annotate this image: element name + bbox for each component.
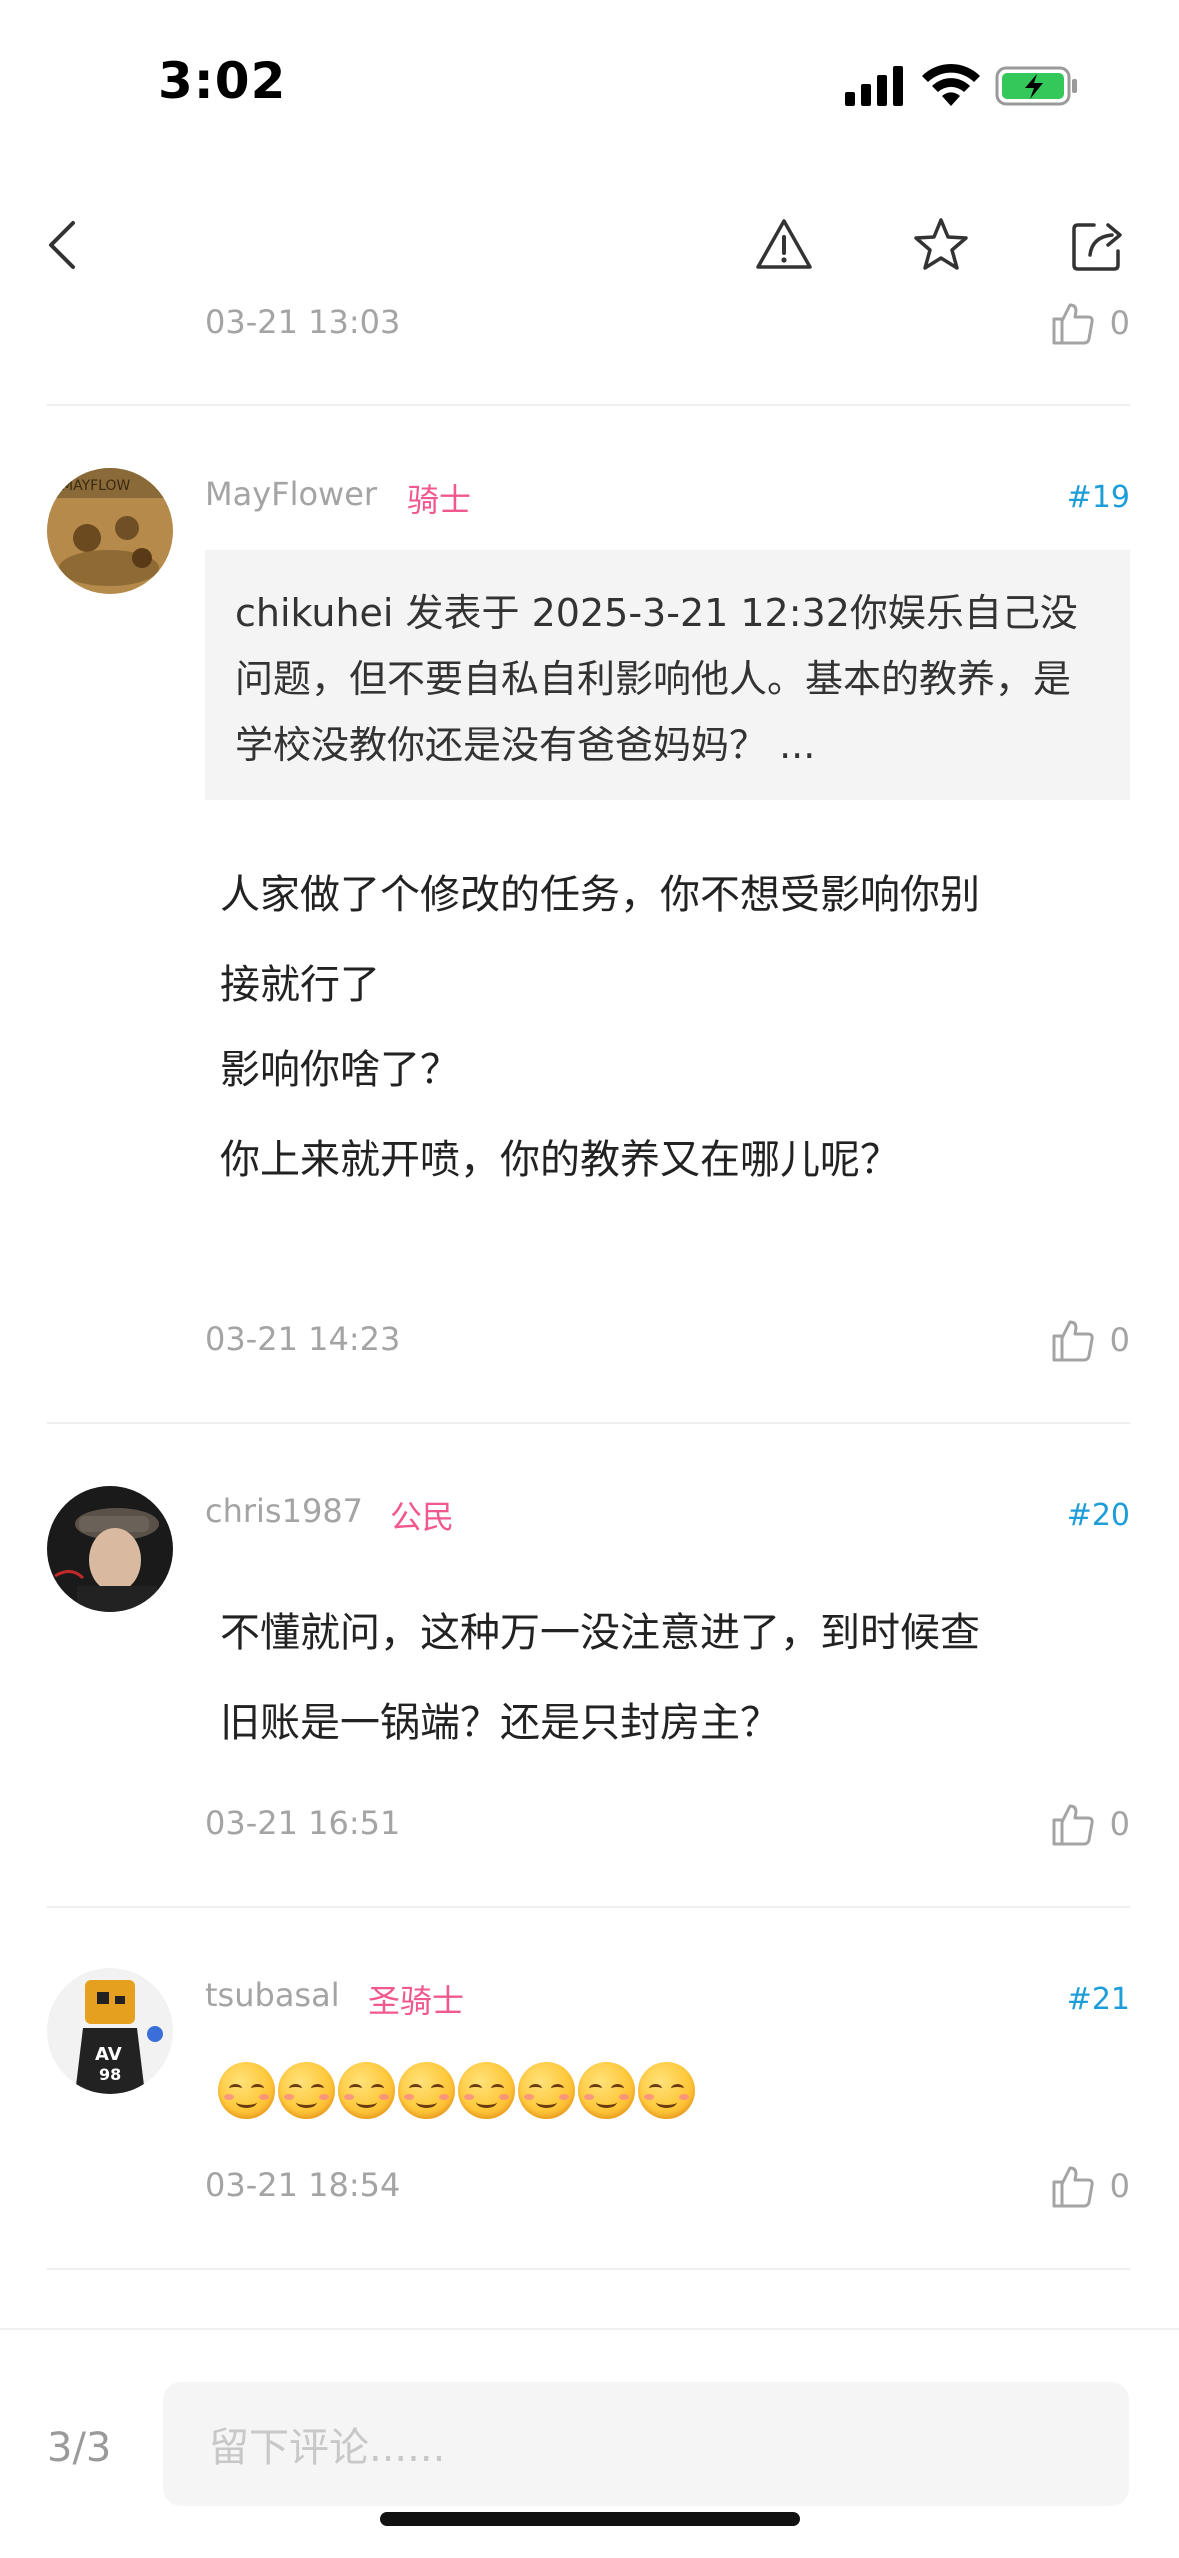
comment-line: 接就行了 <box>220 962 380 1008</box>
comment-date: 03-21 14:23 <box>205 1320 401 1358</box>
username[interactable]: chris1987 <box>205 1492 363 1530</box>
divider <box>47 1422 1130 1424</box>
comment-meta: 03-21 16:51 0 <box>205 1804 1130 1854</box>
divider <box>47 2268 1130 2270</box>
thumbs-up-icon <box>1052 303 1094 345</box>
wifi-icon <box>922 63 980 106</box>
comment-meta: 03-21 14:23 0 <box>205 1320 1130 1370</box>
like-button[interactable]: 0 <box>1048 1316 1130 1364</box>
comment-date: 03-21 18:54 <box>205 2166 401 2204</box>
comment-body <box>218 2062 695 2119</box>
comment-line: 影响你啥了？ <box>220 1047 460 1093</box>
relieved-face-emoji <box>278 2062 335 2119</box>
nav-bar <box>0 190 1179 300</box>
comment-line: 不懂就问，这种万一没注意进了，到时候查 <box>220 1610 980 1656</box>
relieved-face-emoji <box>218 2062 275 2119</box>
svg-text:98: 98 <box>99 2065 121 2084</box>
relieved-face-emoji <box>458 2062 515 2119</box>
comment-date: 03-21 13:03 <box>205 303 401 341</box>
floor-number: #21 <box>1066 1982 1130 2017</box>
avatar[interactable] <box>47 1486 173 1612</box>
comment-date: 03-21 16:51 <box>205 1804 401 1842</box>
status-time: 3:02 <box>158 52 287 110</box>
like-count: 0 <box>1109 304 1130 342</box>
like-count: 0 <box>1109 1321 1130 1359</box>
quoted-reply[interactable]: chikuhei 发表于 2025-3-21 12:32你娱乐自己没问题，但不要… <box>205 550 1130 800</box>
user-rank-badge: 骑士 <box>407 481 472 519</box>
home-indicator[interactable] <box>380 2512 800 2526</box>
status-bar: 3:02 <box>0 0 1179 150</box>
page-indicator[interactable]: 3/3 <box>47 2425 111 2471</box>
username[interactable]: MayFlower <box>205 475 377 513</box>
svg-text:AV: AV <box>95 2044 122 2065</box>
relieved-face-emoji <box>338 2062 395 2119</box>
comment-input[interactable]: 留下评论...... <box>163 2382 1129 2506</box>
divider <box>47 404 1130 406</box>
favorite-star-icon[interactable] <box>911 215 971 275</box>
comment-line: 你上来就开喷，你的教养又在哪儿呢？ <box>220 1137 900 1183</box>
floor-number: #19 <box>1066 480 1130 515</box>
floor-number: #20 <box>1066 1498 1130 1533</box>
user-rank-badge: 公民 <box>390 1498 455 1536</box>
comment-meta: 03-21 13:03 0 <box>205 303 1130 353</box>
avatar[interactable]: AV 98 <box>47 1968 173 2094</box>
share-icon[interactable] <box>1068 215 1128 275</box>
like-button[interactable]: 0 <box>1048 299 1130 347</box>
comment-line: 旧账是一锅端？还是只封房主？ <box>220 1700 780 1746</box>
username[interactable]: tsubasal <box>205 1976 340 2014</box>
user-rank-badge: 圣骑士 <box>368 1982 465 2020</box>
relieved-face-emoji <box>638 2062 695 2119</box>
cellular-signal-icon <box>845 66 903 106</box>
comment-meta: 03-21 18:54 0 <box>205 2166 1130 2216</box>
like-count: 0 <box>1109 1805 1130 1843</box>
report-warning-icon[interactable] <box>754 215 814 275</box>
like-button[interactable]: 0 <box>1048 1800 1130 1848</box>
thumbs-up-icon <box>1052 2166 1094 2208</box>
back-icon[interactable] <box>35 215 95 275</box>
relieved-face-emoji <box>518 2062 575 2119</box>
divider <box>47 1906 1130 1908</box>
thumbs-up-icon <box>1052 1804 1094 1846</box>
avatar[interactable]: MAYFLOW <box>47 468 173 594</box>
svg-text:MAYFLOW: MAYFLOW <box>61 478 130 494</box>
comment-line: 人家做了个修改的任务，你不想受影响你别 <box>220 872 980 918</box>
relieved-face-emoji <box>578 2062 635 2119</box>
relieved-face-emoji <box>398 2062 455 2119</box>
like-count: 0 <box>1109 2167 1130 2205</box>
thumbs-up-icon <box>1052 1320 1094 1362</box>
like-button[interactable]: 0 <box>1048 2162 1130 2210</box>
battery-charging-icon <box>995 66 1077 106</box>
